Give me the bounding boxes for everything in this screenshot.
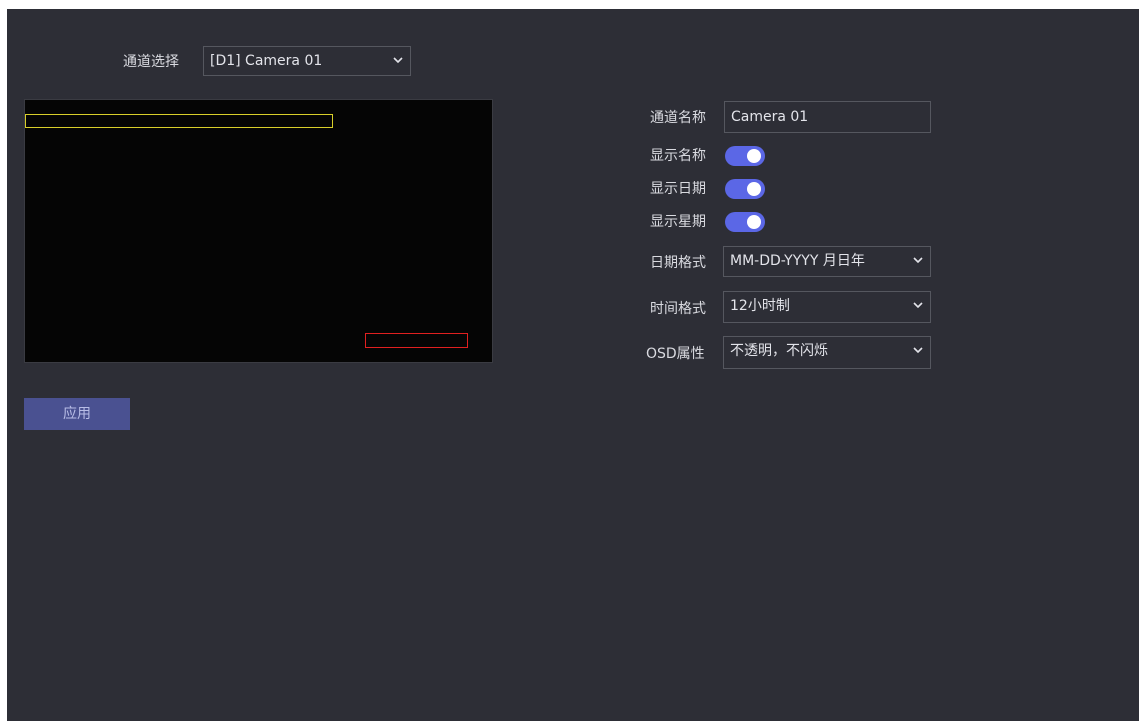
show-name-toggle[interactable]	[725, 146, 765, 166]
channel-name-input[interactable]: Camera 01	[724, 101, 931, 133]
channel-select-value: [D1] Camera 01	[210, 53, 323, 69]
show-week-label: 显示星期	[650, 214, 706, 230]
channel-select[interactable]: [D1] Camera 01	[203, 46, 411, 76]
osd-settings-panel: 通道选择 [D1] Camera 01 应用 通道名称 Camera 01 显示…	[7, 9, 1139, 721]
chevron-down-icon	[393, 57, 403, 64]
video-preview[interactable]	[24, 99, 493, 363]
osd-attr-value: 不透明，不闪烁	[730, 343, 828, 359]
date-format-value: MM-DD-YYYY 月日年	[730, 253, 865, 269]
chevron-down-icon	[913, 257, 923, 264]
toggle-knob	[747, 182, 761, 196]
osd-name-region[interactable]	[25, 114, 333, 128]
chevron-down-icon	[913, 302, 923, 309]
show-date-label: 显示日期	[650, 181, 706, 197]
time-format-label: 时间格式	[650, 301, 706, 317]
osd-date-region[interactable]	[365, 333, 468, 348]
chevron-down-icon	[913, 347, 923, 354]
time-format-select[interactable]: 12小时制	[723, 291, 931, 323]
apply-button[interactable]: 应用	[24, 398, 130, 430]
date-format-label: 日期格式	[650, 255, 706, 271]
toggle-knob	[747, 149, 761, 163]
show-date-toggle[interactable]	[725, 179, 765, 199]
toggle-knob	[747, 215, 761, 229]
date-format-select[interactable]: MM-DD-YYYY 月日年	[723, 246, 931, 277]
channel-select-label: 通道选择	[123, 54, 179, 70]
show-name-label: 显示名称	[650, 148, 706, 164]
osd-attr-label: OSD属性	[646, 346, 705, 362]
show-week-toggle[interactable]	[725, 212, 765, 232]
time-format-value: 12小时制	[730, 298, 790, 314]
osd-attr-select[interactable]: 不透明，不闪烁	[723, 336, 931, 369]
channel-name-label: 通道名称	[650, 110, 706, 126]
